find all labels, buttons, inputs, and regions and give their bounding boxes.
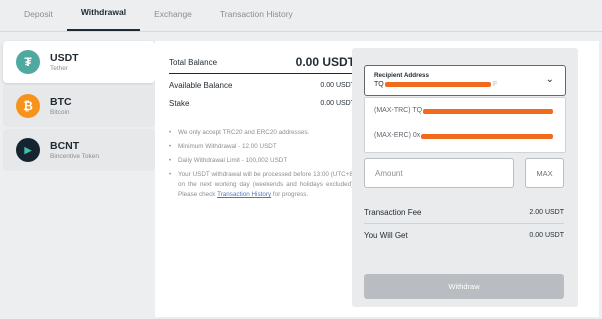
coin-list: ₮ USDT Tether ₿ BTC Bitcoin ▶ BCNT Bince… xyxy=(3,41,155,173)
stake-label: Stake xyxy=(169,99,190,108)
tab-bar: Deposit Withdrawal Exchange Transaction … xyxy=(0,0,602,31)
balance-divider xyxy=(169,73,355,74)
tab-deposit[interactable]: Deposit xyxy=(10,4,67,31)
withdraw-form: Recipient Address TQ F ⌄ (MAX-TRC) TQ (M… xyxy=(352,48,578,307)
coin-symbol: BTC xyxy=(50,96,72,108)
transaction-fee-row: Transaction Fee 2.00 USDT xyxy=(364,208,564,217)
transaction-fee-label: Transaction Fee xyxy=(364,208,422,217)
coin-item-btc[interactable]: ₿ BTC Bitcoin xyxy=(3,85,155,127)
withdrawal-panel: Total Balance 0.00 USDT Available Balanc… xyxy=(155,41,599,317)
amount-placeholder: Amount xyxy=(375,169,403,178)
tab-transaction-history[interactable]: Transaction History xyxy=(206,4,307,31)
bitcoin-icon: ₿ xyxy=(16,94,40,118)
transaction-fee-value: 2.00 USDT xyxy=(529,209,564,216)
available-balance-label: Available Balance xyxy=(169,81,233,90)
recipient-address-value: TQ xyxy=(374,81,384,88)
available-balance-row: Available Balance 0.00 USDT xyxy=(169,81,355,90)
withdrawal-notes: We only accept TRC20 and ERC20 addresses… xyxy=(169,128,355,204)
stake-row: Stake 0.00 USDT xyxy=(169,99,355,108)
redaction-mark xyxy=(385,82,491,87)
tab-withdrawal[interactable]: Withdrawal xyxy=(66,4,141,31)
address-option-erc[interactable]: (MAX-ERC) 0x xyxy=(374,132,420,139)
coin-name: Bitcoin xyxy=(50,109,70,116)
coin-item-usdt[interactable]: ₮ USDT Tether xyxy=(3,41,155,83)
bcnt-icon: ▶ xyxy=(16,138,40,162)
note-item: Minimum Withdrawal - 12.00 USDT xyxy=(169,142,355,152)
coin-item-bcnt[interactable]: ▶ BCNT Bincentive Token xyxy=(3,129,155,171)
withdraw-button[interactable]: Withdraw xyxy=(364,274,564,299)
total-balance-row: Total Balance 0.00 USDT xyxy=(169,55,355,69)
note-text: for progress. xyxy=(271,191,309,198)
tab-exchange[interactable]: Exchange xyxy=(140,4,206,31)
tether-icon: ₮ xyxy=(16,50,40,74)
recipient-address-select[interactable]: Recipient Address TQ F ⌄ xyxy=(364,65,566,96)
redaction-mark xyxy=(421,134,553,139)
amount-input[interactable]: Amount xyxy=(364,158,514,188)
coin-symbol: USDT xyxy=(50,52,79,64)
address-options-list: (MAX-TRC) TQ (MAX-ERC) 0x xyxy=(364,97,566,153)
transaction-history-link[interactable]: Transaction History xyxy=(217,191,271,198)
total-balance-label: Total Balance xyxy=(169,57,218,67)
coin-name: Bincentive Token xyxy=(50,153,100,160)
address-option-trc[interactable]: (MAX-TRC) TQ xyxy=(374,107,422,114)
you-will-get-value: 0.00 USDT xyxy=(529,232,564,239)
coin-symbol: BCNT xyxy=(50,140,80,152)
chevron-down-icon[interactable]: ⌄ xyxy=(546,74,554,85)
you-will-get-label: You Will Get xyxy=(364,231,408,240)
note-item: Your USDT withdrawal will be processed b… xyxy=(169,170,355,200)
recipient-address-label: Recipient Address xyxy=(374,72,430,79)
stake-value: 0.00 USDT xyxy=(320,100,355,107)
redaction-mark xyxy=(423,109,553,114)
note-item: We only accept TRC20 and ERC20 addresses… xyxy=(169,128,355,138)
available-balance-value: 0.00 USDT xyxy=(320,82,355,89)
max-button[interactable]: MAX xyxy=(525,158,564,188)
fee-divider xyxy=(364,223,564,224)
total-balance-value: 0.00 USDT xyxy=(295,55,355,69)
recipient-address-suffix: F xyxy=(493,81,498,88)
note-item: Daily Withdrawal Limit - 100,002 USDT xyxy=(169,156,355,166)
you-will-get-row: You Will Get 0.00 USDT xyxy=(364,231,564,240)
coin-name: Tether xyxy=(50,65,69,72)
tab-divider xyxy=(0,31,602,32)
